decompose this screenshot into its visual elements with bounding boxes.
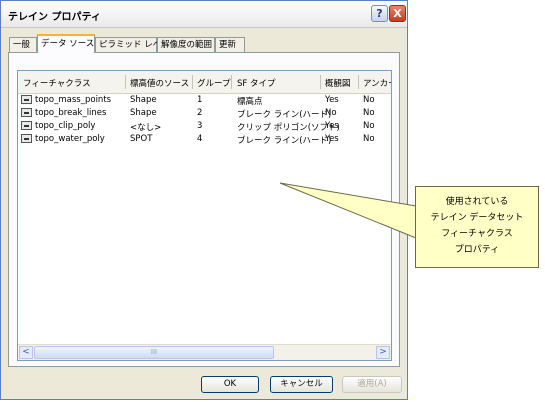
callout-pointer-shape <box>279 182 417 239</box>
callout-line: テレイン データセット <box>430 213 524 223</box>
callout-line: フィーチャクラス <box>441 229 513 239</box>
callout-line: プロパティ <box>454 245 500 255</box>
callout-line: 使用されている <box>445 197 509 207</box>
callout-box: 使用されている テレイン データセット フィーチャクラス プロパティ <box>415 186 539 268</box>
